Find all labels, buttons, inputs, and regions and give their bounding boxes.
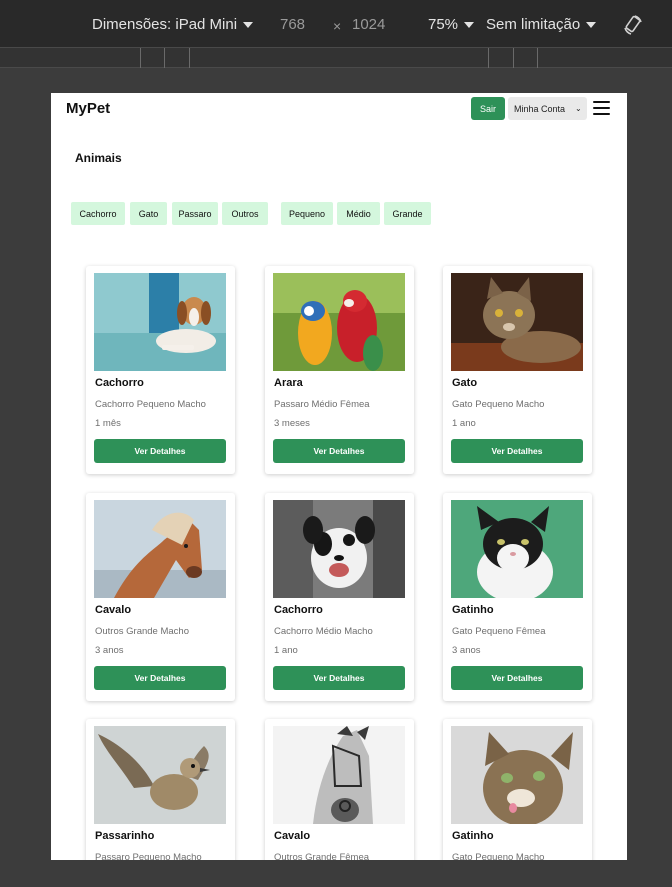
filter-chip-medio[interactable]: Médio <box>337 202 380 225</box>
zoom-dropdown[interactable]: 75% <box>428 16 475 33</box>
animal-description: Passaro Médio Fêmea <box>274 399 370 410</box>
animal-description: Cachorro Pequeno Macho <box>95 399 206 410</box>
zoom-label: 75% <box>428 16 459 33</box>
filter-chip-gato[interactable]: Gato <box>130 202 167 225</box>
animal-card: Gato Gato Pequeno Macho 1 ano Ver Detalh… <box>443 266 592 474</box>
animal-photo <box>94 500 226 598</box>
view-details-button[interactable]: Ver Detalhes <box>273 666 405 690</box>
filter-chip-passaro[interactable]: Passaro <box>172 202 218 225</box>
filter-chip-cachorro[interactable]: Cachorro <box>71 202 125 225</box>
animal-name: Cavalo <box>95 604 132 616</box>
view-details-button[interactable]: Ver Detalhes <box>94 439 226 463</box>
animal-description: Gato Pequeno Fêmea <box>452 626 546 637</box>
animal-card: Cachorro Cachorro Médio Macho 1 ano Ver … <box>265 493 414 701</box>
filter-chip-outros[interactable]: Outros <box>222 202 268 225</box>
caret-down-icon <box>243 21 254 28</box>
animal-description: Gato Pequeno Macho <box>452 399 545 410</box>
animal-name: Cachorro <box>95 377 144 389</box>
throttle-label: Sem limitação <box>486 16 581 33</box>
media-query-ruler <box>0 48 672 68</box>
animal-description: Cachorro Médio Macho <box>274 626 373 637</box>
caret-down-icon <box>464 21 475 28</box>
throttle-dropdown[interactable]: Sem limitação <box>486 16 597 33</box>
device-viewport: MyPet Sair Minha Conta ⌄ Animais Cachorr… <box>51 93 627 860</box>
animal-photo <box>451 726 583 824</box>
animal-photo <box>451 273 583 371</box>
filter-chip-grande[interactable]: Grande <box>384 202 431 225</box>
animal-photo <box>94 726 226 824</box>
chevron-down-icon: ⌄ <box>575 104 582 113</box>
animal-age: 1 ano <box>452 418 476 429</box>
devtools-toolbar: Dimensões: iPad Mini 768 × 1024 75% Sem … <box>0 0 672 48</box>
animal-age: 3 anos <box>452 645 481 656</box>
caret-down-icon <box>586 21 597 28</box>
animal-name: Cachorro <box>274 604 323 616</box>
animal-name: Cavalo <box>274 830 311 842</box>
device-dimensions-label: Dimensões: iPad Mini <box>92 16 238 33</box>
animal-age: 1 ano <box>274 645 298 656</box>
device-height-input[interactable]: 1024 <box>352 16 385 33</box>
animal-name: Passarinho <box>95 830 155 842</box>
view-details-button[interactable]: Ver Detalhes <box>273 439 405 463</box>
animal-photo <box>94 273 226 371</box>
animal-photo <box>451 500 583 598</box>
hamburger-icon[interactable] <box>593 101 610 115</box>
device-dimensions-dropdown[interactable]: Dimensões: iPad Mini <box>92 16 254 33</box>
animal-card: Cachorro Cachorro Pequeno Macho 1 mês Ve… <box>86 266 235 474</box>
animal-age: 3 meses <box>274 418 310 429</box>
animal-card: Arara Passaro Médio Fêmea 3 meses Ver De… <box>265 266 414 474</box>
animal-name: Gatinho <box>452 830 494 842</box>
view-details-button[interactable]: Ver Detalhes <box>94 666 226 690</box>
animal-photo <box>273 726 405 824</box>
animal-name: Gatinho <box>452 604 494 616</box>
times-icon: × <box>333 18 342 34</box>
animal-card: Passarinho Passaro Pequeno Macho <box>86 719 235 860</box>
logout-button[interactable]: Sair <box>471 97 505 120</box>
animal-photo <box>273 500 405 598</box>
rotate-icon[interactable] <box>622 14 644 36</box>
filter-chip-pequeno[interactable]: Pequeno <box>281 202 333 225</box>
animal-card: Gatinho Gato Pequeno Macho <box>443 719 592 860</box>
animal-photo <box>273 273 405 371</box>
animal-name: Arara <box>274 377 303 389</box>
page-title: Animais <box>75 151 122 165</box>
animal-description: Passaro Pequeno Macho <box>95 852 202 860</box>
animal-card: Cavalo Outros Grande Fêmea <box>265 719 414 860</box>
animal-card: Gatinho Gato Pequeno Fêmea 3 anos Ver De… <box>443 493 592 701</box>
brand-logo[interactable]: MyPet <box>66 100 110 117</box>
view-details-button[interactable]: Ver Detalhes <box>451 439 583 463</box>
device-width-input[interactable]: 768 <box>280 16 305 33</box>
animal-description: Outros Grande Macho <box>95 626 189 637</box>
account-select[interactable]: Minha Conta ⌄ <box>508 97 587 120</box>
view-details-button[interactable]: Ver Detalhes <box>451 666 583 690</box>
animal-age: 3 anos <box>95 645 124 656</box>
account-select-value: Minha Conta <box>514 103 566 114</box>
animal-name: Gato <box>452 377 478 389</box>
animal-description: Outros Grande Fêmea <box>274 852 370 860</box>
animal-card: Cavalo Outros Grande Macho 3 anos Ver De… <box>86 493 235 701</box>
animal-description: Gato Pequeno Macho <box>452 852 545 860</box>
animal-age: 1 mês <box>95 418 121 429</box>
navbar: MyPet Sair Minha Conta ⌄ <box>51 93 627 125</box>
